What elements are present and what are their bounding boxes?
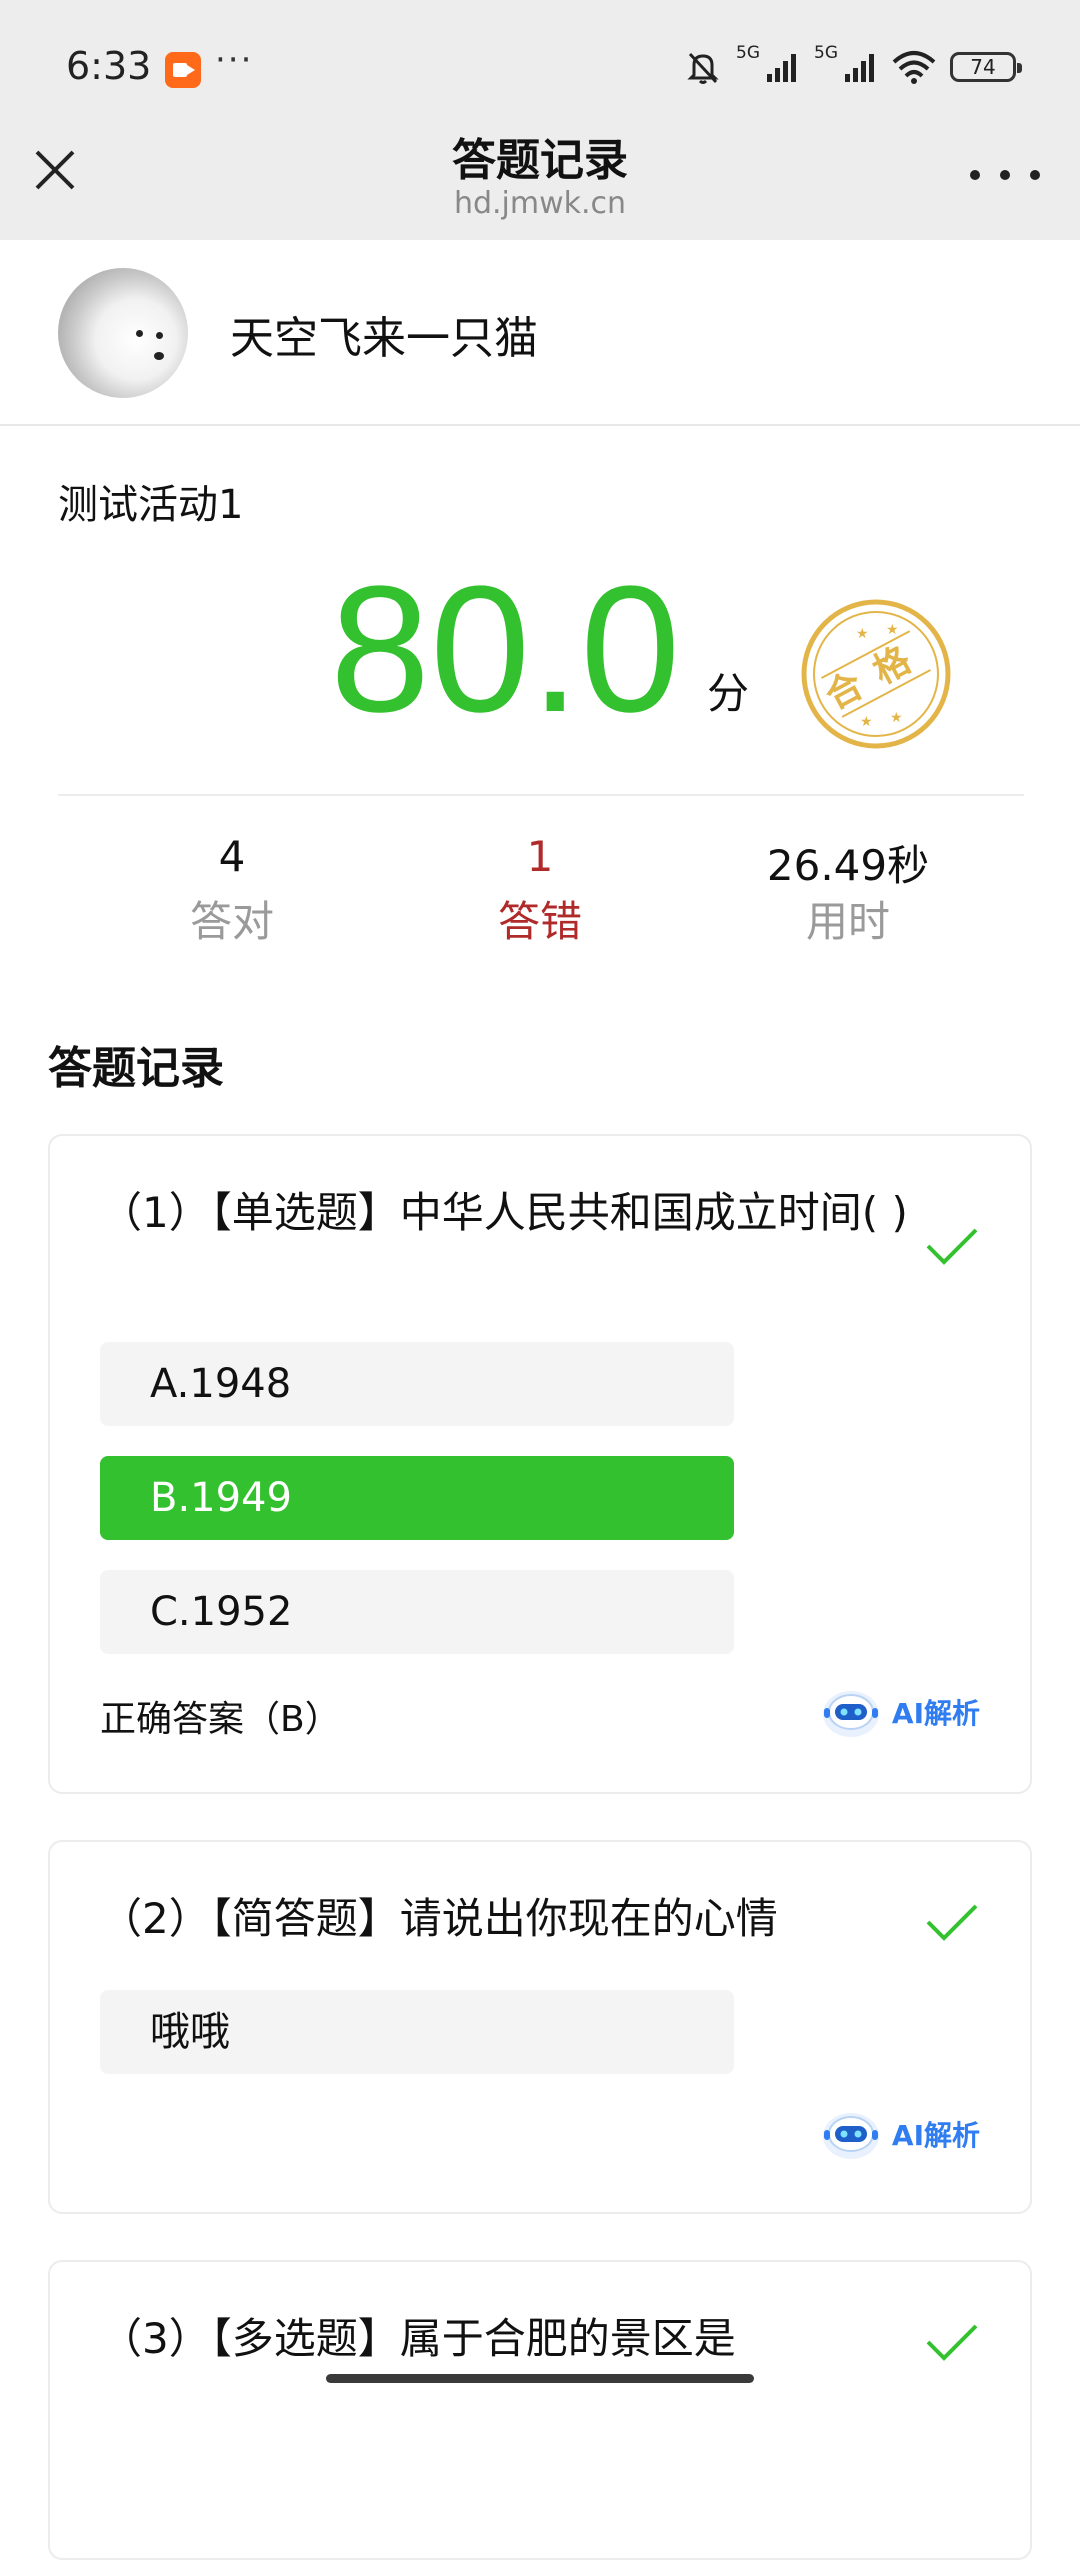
question-title: （2）【简答题】请说出你现在的心情 — [100, 1894, 778, 1943]
screen-record-icon — [165, 52, 201, 88]
status-more-icon: ··· — [215, 40, 254, 80]
robot-icon — [822, 1691, 879, 1737]
correct-check-icon — [924, 1224, 980, 1268]
stat-wrong: 1 答错 — [390, 832, 690, 949]
app-header: 6:33 ··· 5G 5G 74 答题记录 hd.jmwk.cn — [0, 0, 1080, 240]
option-c: C.1952 — [100, 1570, 734, 1654]
ai-analysis-label: AI解析 — [891, 1697, 980, 1730]
svg-text:★: ★ — [886, 622, 899, 638]
correct-answer: 正确答案（B） — [100, 1699, 341, 1740]
robot-icon — [822, 2113, 879, 2159]
option-a: A.1948 — [100, 1342, 734, 1426]
mute-bell-icon — [684, 48, 722, 86]
stat-correct-label: 答对 — [189, 897, 274, 946]
page-domain: hd.jmwk.cn — [453, 186, 627, 221]
more-dot-icon — [1030, 170, 1040, 180]
wifi-icon — [892, 50, 936, 84]
stat-time: 26.49秒 用时 — [698, 832, 998, 949]
ai-analysis-label: AI解析 — [891, 2119, 980, 2152]
score-value: 80.0 — [330, 549, 681, 750]
svg-text:★: ★ — [890, 710, 903, 726]
stat-time-value: 26.49秒 — [766, 841, 930, 890]
question-card: （1）【单选题】中华人民共和国成立时间( ) A.1948 B.1949 C.1… — [48, 1134, 1032, 1794]
stat-wrong-label: 答错 — [497, 897, 582, 946]
correct-check-icon — [924, 2320, 980, 2364]
ai-analysis-button[interactable]: AI解析 — [818, 1682, 980, 1742]
option-b-selected: B.1949 — [100, 1456, 734, 1540]
svg-text:★: ★ — [856, 626, 869, 642]
status-time: 6:33 — [66, 44, 152, 88]
score-unit: 分 — [707, 669, 750, 718]
page-title: 答题记录 — [452, 135, 628, 186]
pass-stamp-text: 合格 — [819, 631, 934, 718]
home-indicator[interactable] — [326, 2374, 754, 2383]
more-dot-icon — [1000, 170, 1010, 180]
pass-stamp-icon: 合格 ★ ★ ★ ★ — [800, 598, 952, 750]
ai-analysis-button[interactable]: AI解析 — [818, 2104, 980, 2164]
cell-signal-icon-2 — [844, 52, 878, 82]
stat-time-label: 用时 — [805, 897, 890, 946]
user-row: 天空飞来一只猫 — [0, 240, 1080, 426]
more-options-button[interactable] — [970, 160, 1040, 190]
signal-5g-label-2: 5G — [814, 43, 838, 63]
user-name: 天空飞来一只猫 — [230, 313, 538, 364]
activity-title: 测试活动1 — [58, 482, 244, 528]
more-dot-icon — [970, 170, 980, 180]
stat-correct-value: 4 — [218, 832, 246, 881]
status-indicators: 5G 5G 74 — [684, 42, 1022, 92]
question-title: （3）【多选题】属于合肥的景区是 — [100, 2314, 736, 2363]
user-answer: 哦哦 — [100, 1990, 734, 2074]
cell-signal-icon — [766, 52, 800, 82]
records-heading: 答题记录 — [48, 1043, 224, 1094]
question-card: （2）【简答题】请说出你现在的心情 哦哦 AI解析 — [48, 1840, 1032, 2214]
svg-text:★: ★ — [860, 714, 873, 730]
correct-check-icon — [924, 1900, 980, 1944]
question-card: （3）【多选题】属于合肥的景区是 — [48, 2260, 1032, 2560]
stat-wrong-value: 1 — [526, 832, 554, 881]
summary-divider — [58, 794, 1024, 796]
question-title: （1）【单选题】中华人民共和国成立时间( ) — [100, 1188, 908, 1237]
stat-correct: 4 答对 — [82, 832, 382, 949]
battery-icon: 74 — [950, 52, 1022, 82]
avatar — [58, 268, 188, 398]
signal-5g-label: 5G — [736, 43, 760, 63]
